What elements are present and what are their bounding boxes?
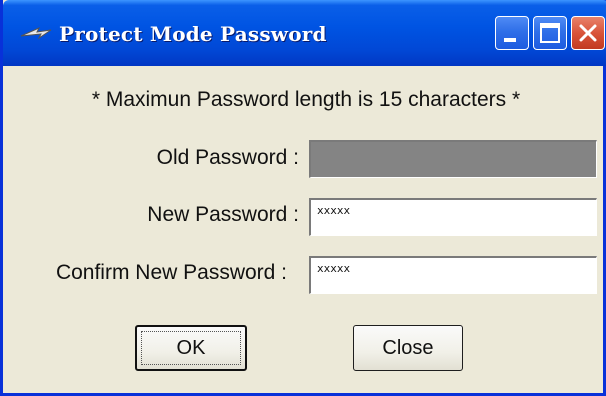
old-password-label: Old Password : [156,146,299,169]
ok-button[interactable]: OK [135,325,247,371]
password-length-note: * Maximun Password length is 15 characte… [91,88,521,111]
new-password-field[interactable]: xxxxx [309,198,597,236]
confirm-password-field[interactable]: xxxxx [309,256,597,294]
maximize-icon [540,23,560,43]
dialog-body: * Maximun Password length is 15 characte… [3,66,606,396]
confirm-password-label: Confirm New Password : [55,261,287,284]
arrow-icon [19,22,53,46]
window-title: Protect Mode Password [59,22,327,46]
minimize-icon [504,38,516,42]
close-icon [579,24,597,42]
new-password-label: New Password : [147,203,299,226]
close-button[interactable] [571,16,605,50]
minimize-button[interactable] [495,16,529,50]
dialog-window: Protect Mode Password * Maximun Password… [0,0,606,396]
old-password-field [309,140,597,178]
maximize-button[interactable] [533,16,567,50]
title-bar[interactable]: Protect Mode Password [3,0,606,66]
close-dialog-button[interactable]: Close [353,325,463,371]
